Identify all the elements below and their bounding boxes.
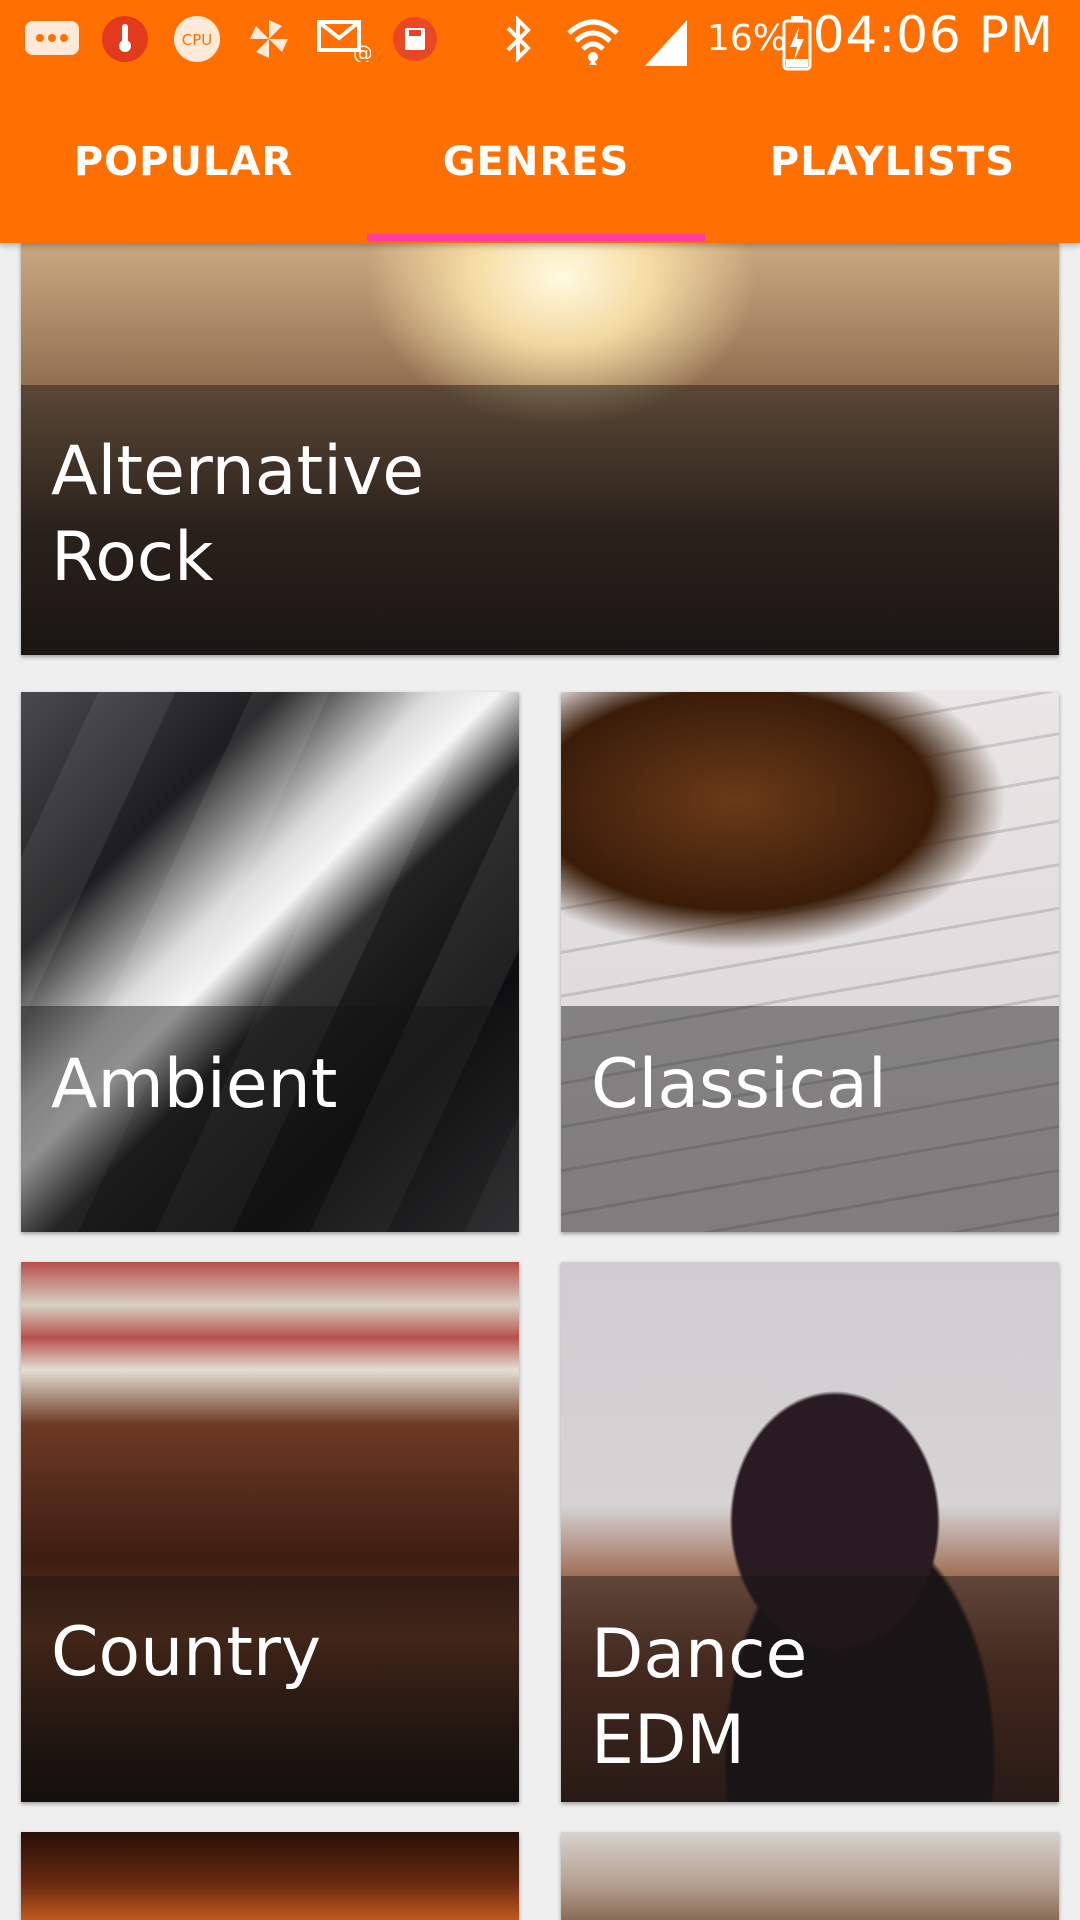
genre-label-classical: Classical <box>591 1045 887 1124</box>
cpu-icon: CPU <box>170 14 224 64</box>
signal-icon <box>640 14 692 70</box>
bluetooth-icon <box>498 14 538 64</box>
clock: 04:06 PM <box>812 6 1054 64</box>
messages-icon <box>22 14 82 64</box>
tab-bar: POPULAR GENRES PLAYLISTS <box>0 80 1080 243</box>
genre-card-dance-edm[interactable]: Dance EDM <box>561 1262 1059 1802</box>
svg-text:@: @ <box>353 41 371 62</box>
genre-label-country: Country <box>51 1613 322 1692</box>
tab-playlists[interactable]: PLAYLISTS <box>705 80 1080 243</box>
genre-card-partial[interactable] <box>21 1832 519 1920</box>
battery-charging-icon <box>780 14 814 72</box>
tab-popular[interactable]: POPULAR <box>0 80 367 243</box>
svg-text:CPU: CPU <box>182 31 213 49</box>
genre-label-alternative-rock: Alternative Rock <box>51 432 425 597</box>
status-bar: CPU @ 16% 04:06 PM <box>0 0 1080 80</box>
genre-image-partial <box>21 1832 519 1920</box>
genre-card-classical[interactable]: Classical <box>561 692 1059 1232</box>
save-icon <box>390 14 440 64</box>
genre-card-alternative-rock[interactable]: Alternative Rock <box>21 243 1059 655</box>
genre-card-ambient[interactable]: Ambient <box>21 692 519 1232</box>
app-bar: CPU @ 16% 04:06 PM POPULAR GENRES PLAYLI… <box>0 0 1080 243</box>
genre-label-dance-edm: Dance EDM <box>591 1615 808 1780</box>
pinwheel-icon <box>244 14 294 64</box>
battery-percentage: 16% <box>707 18 788 59</box>
tab-genres[interactable]: GENRES <box>367 80 705 243</box>
genre-label-ambient: Ambient <box>51 1045 338 1124</box>
genre-card-partial[interactable] <box>561 1832 1059 1920</box>
wifi-icon <box>564 14 622 70</box>
tab-selected-indicator <box>367 234 705 241</box>
genre-card-country[interactable]: Country <box>21 1262 519 1802</box>
genre-image-partial <box>561 1832 1059 1920</box>
email-icon: @ <box>316 14 372 64</box>
temperature-icon <box>98 14 152 64</box>
